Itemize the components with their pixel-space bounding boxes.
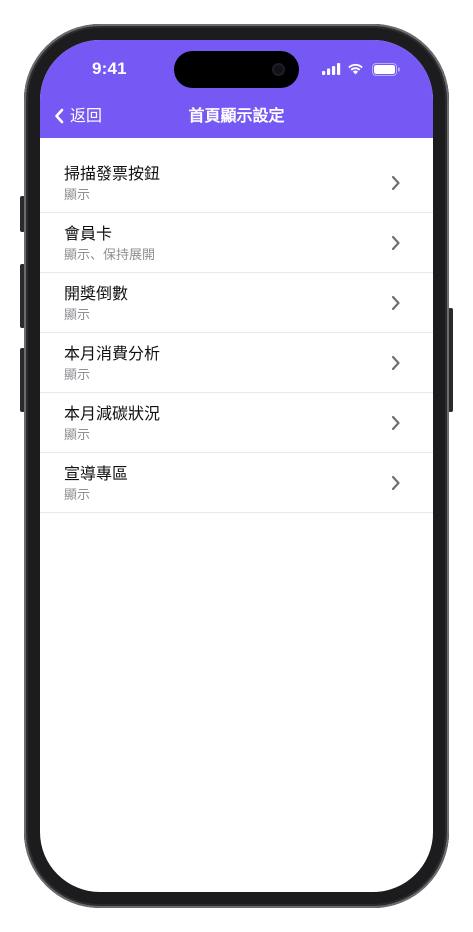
- front-camera-icon: [272, 63, 285, 76]
- phone-frame: 9:41 返回 首頁顯示設定 掃描發票按鈕 顯示 會員卡 顯示、保持展開 開獎倒…: [24, 24, 449, 908]
- list-item-monthly-carbon-reduction[interactable]: 本月減碳狀況 顯示: [40, 393, 433, 453]
- chevron-right-icon: [391, 475, 400, 491]
- chevron-right-icon: [391, 355, 400, 371]
- status-time: 9:41: [92, 59, 127, 78]
- item-subtitle: 顯示、保持展開: [64, 248, 156, 263]
- battery-icon: [372, 63, 400, 76]
- app-header: 9:41 返回 首頁顯示設定: [40, 40, 433, 138]
- item-title: 掃描發票按鈕: [64, 164, 161, 183]
- list-item-scan-invoice-button[interactable]: 掃描發票按鈕 顯示: [40, 153, 433, 213]
- item-subtitle: 顯示: [64, 368, 91, 383]
- wifi-icon: [348, 63, 363, 75]
- item-title: 會員卡: [64, 224, 113, 243]
- signal-icon: [322, 63, 341, 75]
- device-stage: 9:41 返回 首頁顯示設定 掃描發票按鈕 顯示 會員卡 顯示、保持展開 開獎倒…: [0, 0, 473, 932]
- status-icons: [322, 62, 402, 76]
- item-subtitle: 顯示: [64, 188, 91, 203]
- list-item-promotion-zone[interactable]: 宣導專區 顯示: [40, 453, 433, 513]
- item-title: 宣導專區: [64, 464, 129, 483]
- settings-list: 掃描發票按鈕 顯示 會員卡 顯示、保持展開 開獎倒數 顯示 本月消費分析 顯示 …: [40, 153, 433, 513]
- item-subtitle: 顯示: [64, 428, 91, 443]
- list-item-lottery-countdown[interactable]: 開獎倒數 顯示: [40, 273, 433, 333]
- item-title: 本月消費分析: [64, 344, 161, 363]
- chevron-right-icon: [391, 235, 400, 251]
- item-subtitle: 顯示: [64, 308, 91, 323]
- item-title: 開獎倒數: [64, 284, 129, 303]
- item-subtitle: 顯示: [64, 488, 91, 503]
- dynamic-island: [174, 51, 299, 88]
- chevron-right-icon: [391, 415, 400, 431]
- list-item-member-card[interactable]: 會員卡 顯示、保持展開: [40, 213, 433, 273]
- phone-screen: 9:41 返回 首頁顯示設定 掃描發票按鈕 顯示 會員卡 顯示、保持展開 開獎倒…: [40, 40, 433, 892]
- chevron-right-icon: [391, 295, 400, 311]
- page-title: 首頁顯示設定: [188, 106, 285, 125]
- chevron-right-icon: [391, 175, 400, 191]
- list-item-monthly-spending-analysis[interactable]: 本月消費分析 顯示: [40, 333, 433, 393]
- item-title: 本月減碳狀況: [64, 404, 161, 423]
